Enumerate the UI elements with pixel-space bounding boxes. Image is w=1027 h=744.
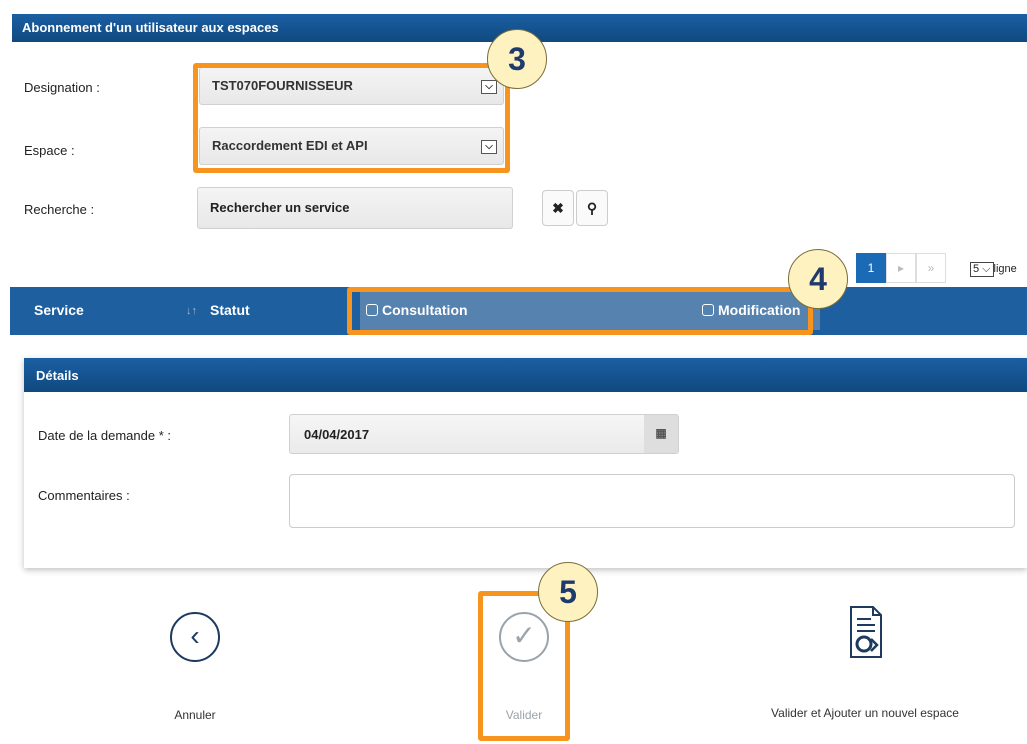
rows-select[interactable]: 5 ⌵ [970, 262, 994, 277]
espace-label: Espace : [24, 143, 75, 158]
column-service[interactable]: Service [34, 302, 84, 318]
calendar-icon[interactable]: ▦ [644, 415, 678, 453]
double-chevron-right-icon: » [927, 261, 935, 275]
sort-icon[interactable]: ↓↑ [186, 305, 197, 317]
search-input[interactable]: Rechercher un service [197, 187, 513, 229]
search-icon: ⚲ [586, 200, 598, 216]
step-badge-4: 4 [788, 249, 848, 309]
close-icon: ✖ [552, 200, 564, 216]
document-icon [845, 605, 885, 659]
recherche-label: Recherche : [24, 202, 95, 217]
cancel-label: Annuler [174, 708, 216, 722]
comment-label: Commentaires : [38, 488, 130, 503]
column-statut[interactable]: Statut [210, 302, 250, 318]
date-value: 04/04/2017 [304, 427, 370, 442]
step-badge-3: 3 [487, 29, 547, 89]
rows-label: ligne [993, 263, 1017, 275]
page-title: Abonnement d'un utilisateur aux espaces [22, 20, 279, 35]
highlight-step-3 [193, 63, 510, 173]
last-page-button[interactable]: » [916, 253, 946, 283]
search-button[interactable]: ⚲ [576, 190, 608, 226]
page-button-current[interactable]: 1 [856, 253, 886, 283]
designation-label: Designation : [24, 80, 100, 95]
comment-textarea[interactable] [289, 474, 1015, 528]
date-input[interactable]: 04/04/2017 ▦ [289, 414, 679, 454]
chevron-right-icon: ▸ [897, 261, 905, 275]
validate-add-button[interactable]: Valider et Ajouter un nouvel espace [760, 605, 970, 720]
clear-search-button[interactable]: ✖ [542, 190, 574, 226]
cancel-button[interactable]: ‹ Annuler [140, 612, 250, 722]
date-label: Date de la demande * : [38, 428, 171, 443]
validate-add-label: Valider et Ajouter un nouvel espace [771, 706, 959, 720]
rows-per-page[interactable]: 5 ⌵ ligne [970, 262, 1017, 277]
highlight-step-4 [347, 287, 813, 335]
step-badge-5: 5 [538, 562, 598, 622]
next-page-button[interactable]: ▸ [886, 253, 916, 283]
details-panel: Détails [24, 358, 1027, 568]
details-title: Détails [24, 358, 1027, 392]
chevron-left-icon: ‹ [170, 612, 220, 662]
